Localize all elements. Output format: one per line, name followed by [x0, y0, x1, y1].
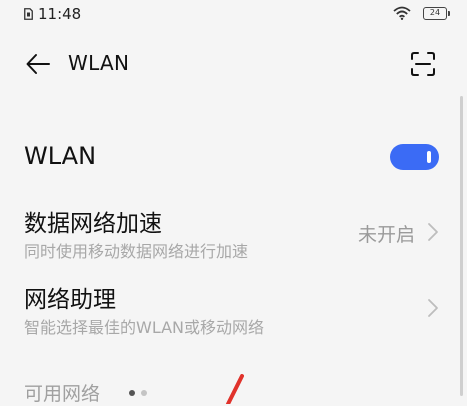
battery-icon: 24: [423, 7, 450, 20]
row-title: 网络助理: [24, 287, 116, 313]
toggle-knob: [427, 151, 431, 163]
settings-content: WLAN 数据网络加速 同时使用移动数据网络进行加速 未开启 网络助理 智能选择…: [0, 96, 467, 405]
app-header: WLAN: [0, 30, 467, 96]
back-arrow-icon[interactable]: [24, 50, 52, 78]
available-networks-header: 可用网络: [24, 383, 101, 405]
status-time: 11:48: [38, 5, 82, 23]
chevron-right-icon: [428, 223, 438, 241]
annotation-arrow-icon: [226, 374, 244, 404]
row-subtitle: 智能选择最佳的WLAN或移动网络: [24, 318, 265, 337]
battery-level: 24: [429, 8, 441, 17]
page-title: WLAN: [68, 51, 130, 75]
chevron-right-icon: [428, 299, 438, 317]
row-subtitle: 同时使用移动数据网络进行加速: [24, 242, 249, 261]
row-title: 数据网络加速: [24, 211, 162, 237]
status-bar: 11:48 24: [0, 0, 467, 30]
wlan-label: WLAN: [24, 142, 97, 170]
wifi-icon: [393, 6, 411, 20]
row-value: 未开启: [357, 224, 415, 246]
scan-icon[interactable]: [409, 50, 437, 78]
scrollbar[interactable]: [460, 96, 463, 396]
wlan-row: WLAN: [0, 136, 467, 180]
loading-dots-icon: [129, 390, 147, 396]
wlan-toggle[interactable]: [390, 144, 439, 170]
network-assistant-row[interactable]: 网络助理 智能选择最佳的WLAN或移动网络: [0, 276, 467, 340]
sim-card-icon: [24, 8, 33, 20]
data-network-acceleration-row[interactable]: 数据网络加速 同时使用移动数据网络进行加速 未开启: [0, 200, 467, 264]
